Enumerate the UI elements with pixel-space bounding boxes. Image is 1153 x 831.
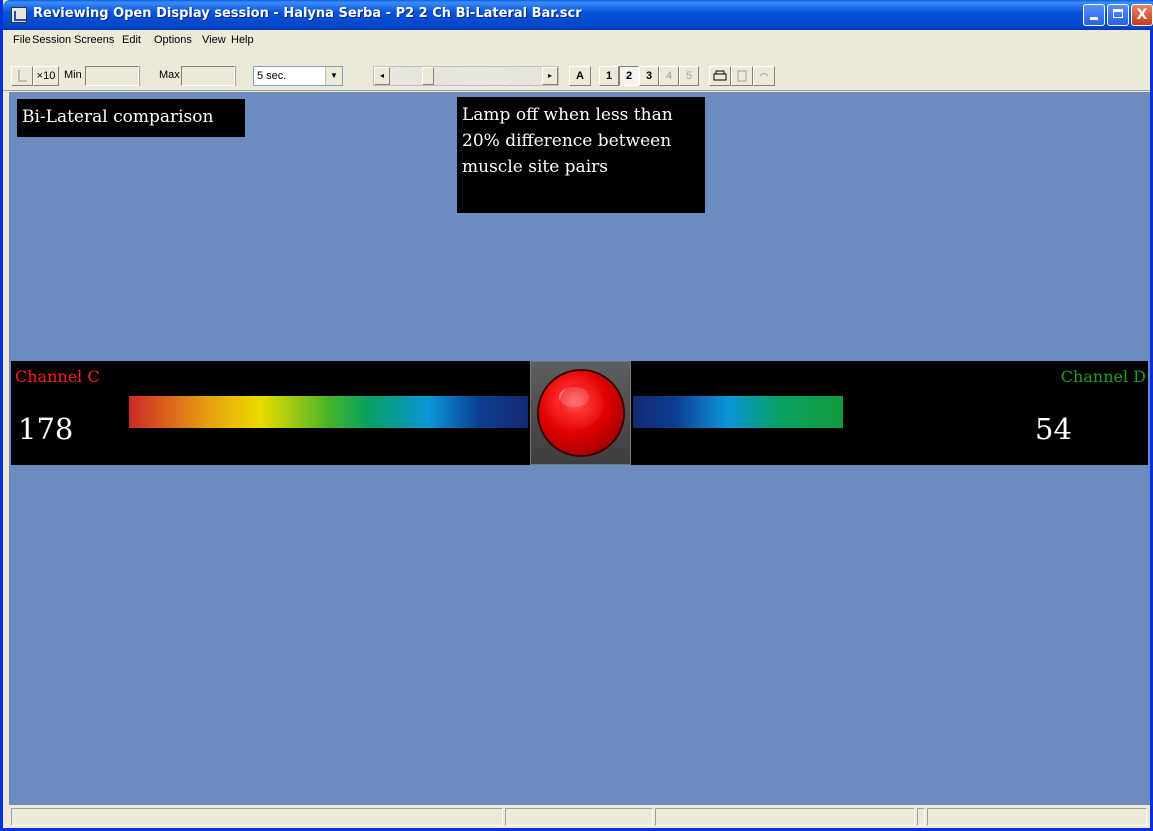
status-pane-4 xyxy=(917,808,925,826)
chevron-down-icon[interactable]: ▼ xyxy=(325,67,342,85)
status-pane-2 xyxy=(505,808,653,826)
menu-help[interactable]: Help xyxy=(231,34,254,46)
min-field[interactable] xyxy=(85,66,139,86)
minimize-icon xyxy=(1090,17,1098,20)
screen-5-button[interactable]: 5 xyxy=(679,66,699,86)
status-pane-5 xyxy=(927,808,1147,826)
cursor-button[interactable] xyxy=(11,66,33,86)
display-screen: Bi-Lateral comparison Lamp off when less… xyxy=(9,92,1150,805)
scroll-right-button[interactable]: ▸ xyxy=(542,67,558,85)
channel-d-bar xyxy=(633,396,843,428)
menu-screens[interactable]: Screens xyxy=(74,34,114,46)
window-title: Reviewing Open Display session - Halyna … xyxy=(33,6,582,21)
channel-c-value: 178 xyxy=(18,412,74,446)
max-spinner[interactable] xyxy=(235,66,251,86)
toolbar: ×10 Min Max 5 sec. ▼ ◂ ▸ A 1 2 3 4 5 xyxy=(3,50,1150,91)
time-scale-select[interactable]: 5 sec. ▼ xyxy=(253,66,343,86)
app-window: Reviewing Open Display session - Halyna … xyxy=(0,0,1153,831)
menu-session[interactable]: Session xyxy=(32,34,71,46)
axis-cursor-icon xyxy=(18,70,27,82)
close-button[interactable]: X xyxy=(1131,4,1153,26)
menu-view[interactable]: View xyxy=(202,34,226,46)
channel-c-label: Channel C xyxy=(15,367,100,386)
page-icon xyxy=(737,70,747,82)
undo-icon xyxy=(759,73,769,77)
menu-edit[interactable]: Edit xyxy=(122,34,141,46)
menu-bar: File Session Screens Edit Options View H… xyxy=(3,30,1150,50)
screen-2-button[interactable]: 2 xyxy=(619,66,639,86)
auto-scale-button[interactable]: A xyxy=(569,66,591,86)
channel-d-value: 54 xyxy=(1035,412,1072,446)
title-bar[interactable]: Reviewing Open Display session - Halyna … xyxy=(3,0,1153,30)
difference-lamp-box xyxy=(530,361,631,465)
screen-3-button[interactable]: 3 xyxy=(639,66,659,86)
min-spinner[interactable] xyxy=(139,66,155,86)
max-field[interactable] xyxy=(181,66,235,86)
time-scale-value: 5 sec. xyxy=(257,70,287,82)
status-bar xyxy=(9,806,1150,828)
maximize-icon xyxy=(1113,9,1123,18)
bilateral-bar-panel: Channel C 178 Channel D 54 xyxy=(11,361,1148,465)
printer-icon xyxy=(713,70,727,81)
undo-button[interactable] xyxy=(753,66,775,86)
page-button[interactable] xyxy=(731,66,753,86)
menu-options[interactable]: Options xyxy=(154,34,192,46)
minimize-button[interactable] xyxy=(1083,4,1105,26)
screen-4-button[interactable]: 4 xyxy=(659,66,679,86)
scroll-thumb[interactable] xyxy=(422,67,434,85)
scroll-left-button[interactable]: ◂ xyxy=(374,67,390,85)
menu-file[interactable]: File xyxy=(13,34,31,46)
print-button[interactable] xyxy=(709,66,731,86)
min-label: Min xyxy=(64,69,82,81)
screen-1-button[interactable]: 1 xyxy=(599,66,619,86)
maximize-button[interactable] xyxy=(1107,4,1129,26)
time-scrollbar[interactable]: ◂ ▸ xyxy=(373,66,559,86)
difference-lamp-icon xyxy=(539,371,623,455)
screen-title-note: Bi-Lateral comparison xyxy=(17,99,245,137)
x10-button[interactable]: ×10 xyxy=(33,66,59,86)
max-label: Max xyxy=(159,69,180,81)
app-icon[interactable] xyxy=(11,7,27,23)
status-pane-3 xyxy=(655,808,915,826)
status-pane-1 xyxy=(11,808,503,826)
instruction-note: Lamp off when less than 20% difference b… xyxy=(457,97,705,213)
channel-c-bar xyxy=(129,396,528,428)
channel-d-label: Channel D xyxy=(1060,367,1146,386)
